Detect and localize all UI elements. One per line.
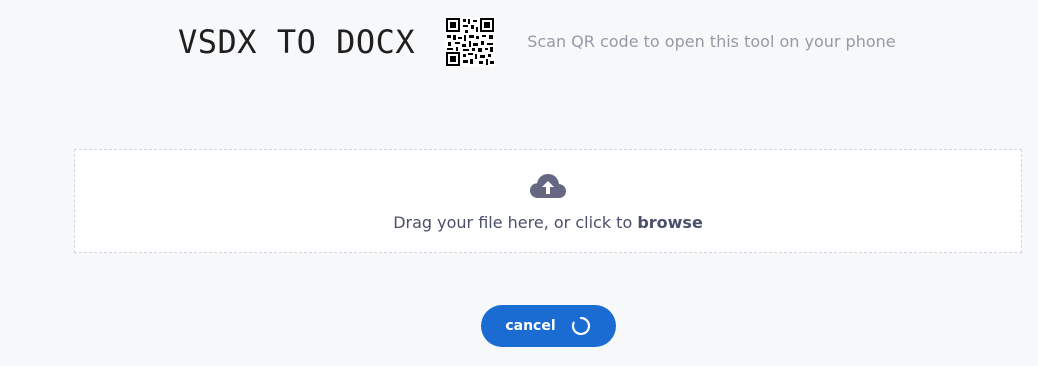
browse-link[interactable]: browse xyxy=(637,213,703,232)
page-header: VSDX TO DOCX Scan QR code to open this t… xyxy=(178,14,896,70)
drop-instructions: Drag your file here, or click to browse xyxy=(393,215,703,231)
cloud-upload-icon xyxy=(530,174,566,198)
qr-code-icon xyxy=(445,17,496,67)
drop-instructions-prefix: Drag your file here, or click to xyxy=(393,213,638,232)
file-dropzone[interactable]: Drag your file here, or click to browse xyxy=(74,149,1022,253)
qr-hint-text: Scan QR code to open this tool on your p… xyxy=(527,32,896,51)
tool-page: VSDX TO DOCX Scan QR code to open this t… xyxy=(0,0,1038,366)
loading-spinner-icon xyxy=(571,316,590,336)
cancel-button-label: cancel xyxy=(505,318,556,334)
page-title: VSDX TO DOCX xyxy=(178,23,416,61)
cancel-button[interactable]: cancel xyxy=(481,305,616,347)
